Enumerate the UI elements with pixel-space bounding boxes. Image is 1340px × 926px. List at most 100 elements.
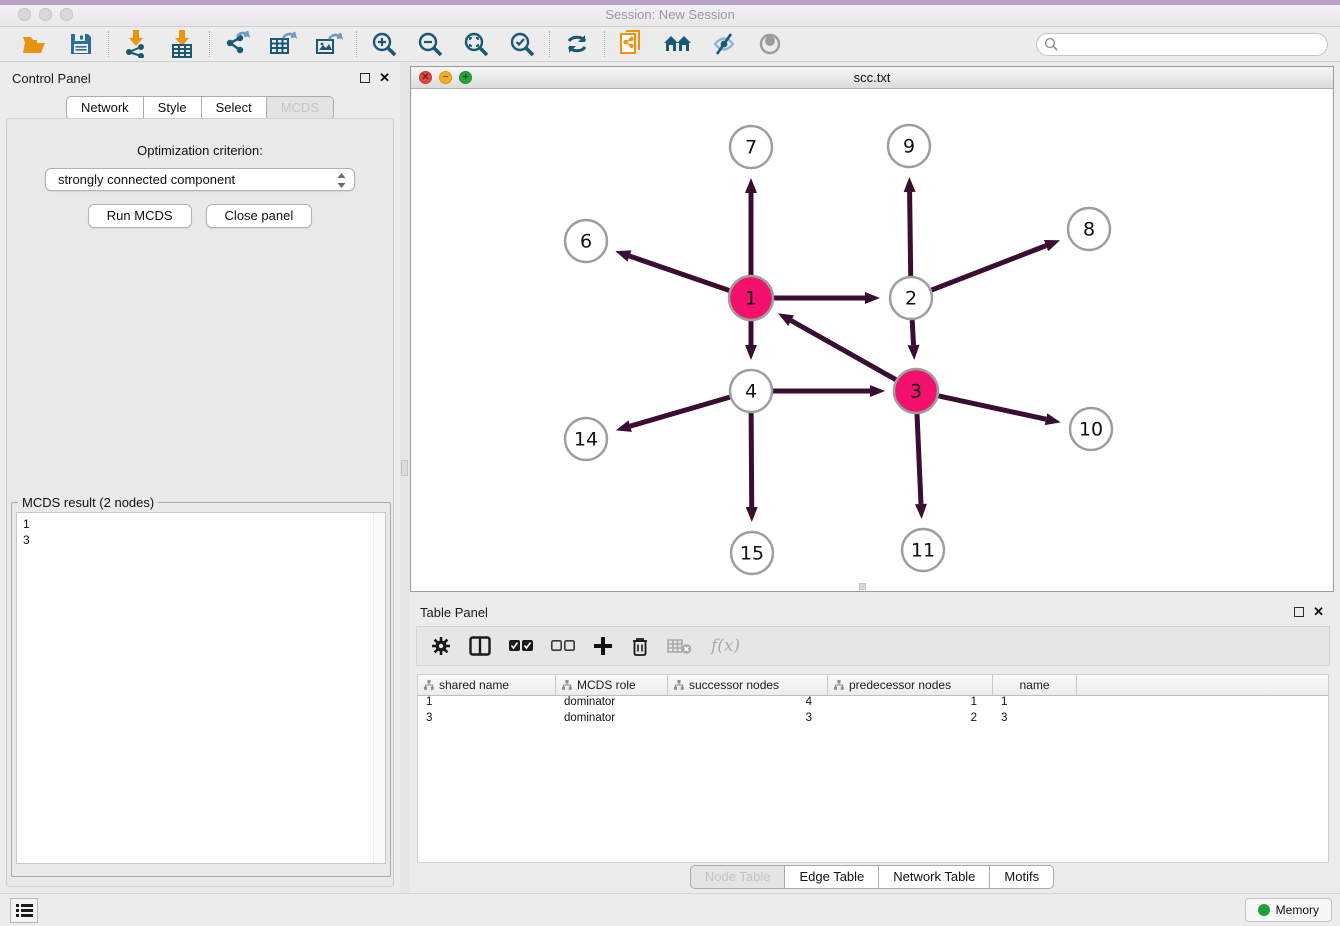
split-drag-handle[interactable] <box>401 460 408 476</box>
close-panel-icon[interactable]: ✕ <box>1313 607 1324 617</box>
column-header-mcds-role[interactable]: MCDS role <box>556 675 668 695</box>
graph-edge[interactable] <box>937 396 1046 420</box>
graph-edge-arrowhead <box>865 292 880 304</box>
open-session-icon[interactable] <box>20 30 50 58</box>
search-input[interactable] <box>1036 33 1328 56</box>
graph-edge[interactable] <box>932 246 1047 290</box>
network-window-title: scc.txt <box>411 70 1333 85</box>
import-table-icon[interactable] <box>167 30 197 58</box>
graph-node-label: 4 <box>745 381 757 403</box>
network-window-titlebar[interactable]: ✕ − + scc.txt <box>411 67 1333 89</box>
graph-edge-arrowhead <box>904 177 916 192</box>
zoom-out-icon[interactable] <box>415 30 445 58</box>
tab-style[interactable]: Style <box>144 96 202 120</box>
export-network-icon[interactable] <box>222 30 252 58</box>
tab-select[interactable]: Select <box>202 96 267 120</box>
zoom-selected-icon[interactable] <box>507 30 537 58</box>
main-area: Control Panel ✕ Network Style Select MCD… <box>0 62 1340 893</box>
export-table-icon[interactable] <box>268 30 298 58</box>
graph-edge[interactable] <box>629 256 730 291</box>
run-mcds-button[interactable]: Run MCDS <box>88 204 192 228</box>
cell-shared-name[interactable]: 1 <box>418 696 556 712</box>
graph-node-label: 11 <box>911 540 935 562</box>
network-graph[interactable]: 7968124314101511 <box>411 89 1333 591</box>
select-all-columns-icon[interactable] <box>509 639 533 653</box>
cell-shared-name[interactable]: 3 <box>418 712 556 728</box>
graph-node-label: 7 <box>745 137 757 159</box>
close-panel-button[interactable]: Close panel <box>206 204 313 228</box>
create-column-icon[interactable] <box>593 636 613 656</box>
graph-node-label: 9 <box>903 136 915 158</box>
deselect-all-columns-icon[interactable] <box>551 639 575 653</box>
tab-mcds[interactable]: MCDS <box>267 96 334 120</box>
float-panel-icon[interactable] <box>1294 607 1304 617</box>
panel-split-divider[interactable] <box>400 62 410 893</box>
cell-mcds-role[interactable]: dominator <box>556 696 668 712</box>
refresh-layout-icon[interactable] <box>562 30 592 58</box>
status-bar: Memory <box>0 893 1340 926</box>
cell-name[interactable]: 3 <box>993 712 1077 728</box>
task-list-icon <box>16 903 33 918</box>
clone-network-icon[interactable] <box>617 30 647 58</box>
cell-successor-nodes[interactable]: 4 <box>668 696 828 712</box>
graph-edge[interactable] <box>912 320 913 345</box>
tab-motifs[interactable]: Motifs <box>990 865 1054 889</box>
tab-network-table[interactable]: Network Table <box>879 865 990 889</box>
result-line: 1 <box>23 516 379 532</box>
home-icon[interactable] <box>663 30 693 58</box>
column-header-name[interactable]: name <box>993 675 1077 695</box>
cell-mcds-role[interactable]: dominator <box>556 712 668 728</box>
delete-table-icon <box>667 638 693 655</box>
criterion-dropdown[interactable]: strongly connected component <box>45 168 355 191</box>
canvas-resize-handle[interactable] <box>859 583 866 590</box>
graph-edge-arrowhead <box>870 385 885 397</box>
cell-name[interactable]: 1 <box>993 696 1077 712</box>
graph-edge-arrowhead <box>908 345 920 360</box>
graph-edge-arrowhead <box>745 345 757 360</box>
table-row[interactable]: 1 dominator 4 1 1 <box>418 696 1328 712</box>
optimization-criterion-label: Optimization criterion: <box>7 143 393 158</box>
network-canvas[interactable]: 7968124314101511 <box>411 89 1333 591</box>
cell-predecessor-nodes[interactable]: 2 <box>828 712 993 728</box>
import-network-icon[interactable] <box>121 30 151 58</box>
table-tabs: Node Table Edge Table Network Table Moti… <box>410 865 1334 889</box>
graph-edge[interactable] <box>910 192 911 276</box>
export-image-icon[interactable] <box>314 30 344 58</box>
control-panel-title: Control Panel <box>12 71 91 86</box>
column-header-successor-nodes[interactable]: successor nodes <box>668 675 828 695</box>
tab-edge-table[interactable]: Edge Table <box>785 865 879 889</box>
hide-visibility-icon[interactable] <box>709 30 739 58</box>
tab-network[interactable]: Network <box>66 96 144 120</box>
graph-node-label: 2 <box>905 288 917 310</box>
mcds-result-textarea[interactable]: 1 3 <box>16 512 386 864</box>
result-scrollbar[interactable] <box>373 513 385 863</box>
zoom-in-icon[interactable] <box>369 30 399 58</box>
graph-node-label: 15 <box>740 543 764 565</box>
graph-edge[interactable] <box>630 397 730 426</box>
cell-successor-nodes[interactable]: 3 <box>668 712 828 728</box>
table-options-gear-icon[interactable] <box>431 636 451 656</box>
task-history-button[interactable] <box>10 898 38 923</box>
graph-edge[interactable] <box>917 413 921 504</box>
tab-node-table[interactable]: Node Table <box>690 865 786 889</box>
delete-column-icon[interactable] <box>631 636 649 657</box>
memory-button[interactable]: Memory <box>1245 898 1332 922</box>
criterion-dropdown-value: strongly connected component <box>58 172 235 187</box>
close-panel-icon[interactable]: ✕ <box>379 73 390 83</box>
column-header-shared-name[interactable]: shared name <box>418 675 556 695</box>
zoom-fit-icon[interactable] <box>461 30 491 58</box>
graph-edge[interactable] <box>791 321 897 381</box>
show-column-panel-icon[interactable] <box>469 636 491 656</box>
graph-edge[interactable] <box>751 413 752 507</box>
graph-edge-arrowhead <box>615 250 631 261</box>
table-header-row: shared name MCDS role successor nodes pr… <box>418 675 1328 696</box>
search-field[interactable] <box>1036 33 1328 56</box>
table-row[interactable]: 3 dominator 3 2 3 <box>418 712 1328 728</box>
table-panel: Table Panel ✕ <box>410 596 1334 893</box>
float-panel-icon[interactable] <box>360 73 370 83</box>
column-header-predecessor-nodes[interactable]: predecessor nodes <box>828 675 993 695</box>
show-visibility-icon[interactable] <box>755 30 785 58</box>
cell-predecessor-nodes[interactable]: 1 <box>828 696 993 712</box>
graph-node-label: 6 <box>580 231 592 253</box>
save-session-icon[interactable] <box>66 30 96 58</box>
